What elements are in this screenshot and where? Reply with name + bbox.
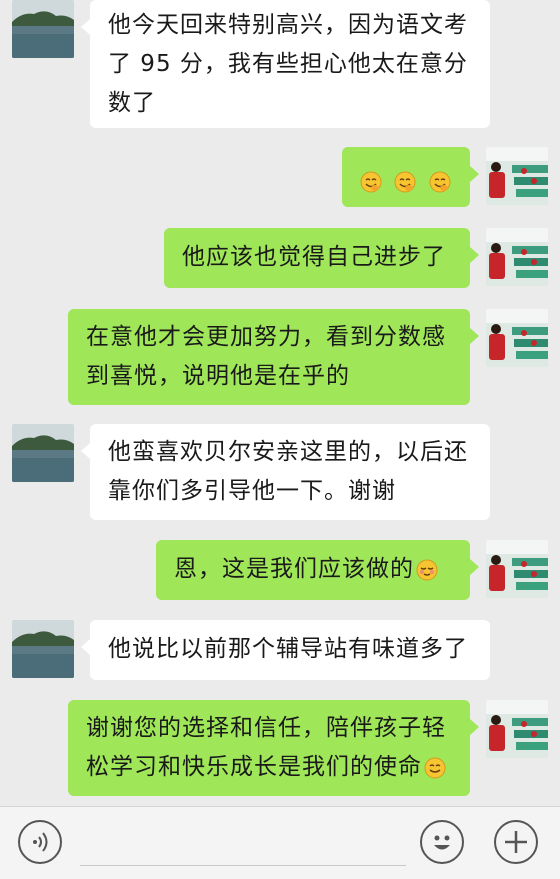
grin-hand-emoji	[429, 171, 451, 192]
sent-message-bubble[interactable]: 他应该也觉得自己进步了	[164, 228, 479, 288]
my-avatar[interactable]	[486, 540, 548, 598]
message-text: 了 95 分，我有些担心他太在意分	[108, 51, 468, 77]
plus-icon	[505, 831, 527, 853]
message-text: 数了	[108, 90, 156, 116]
contact-avatar[interactable]	[12, 0, 74, 58]
message-text: 他说比以前那个辅导站有味道多了	[108, 636, 468, 662]
my-avatar[interactable]	[486, 309, 548, 367]
my-avatar[interactable]	[486, 147, 548, 205]
message-text: 到喜悦，说明他是在乎的	[86, 363, 350, 389]
more-button[interactable]	[494, 820, 538, 864]
sent-message-bubble[interactable]: 恩，这是我们应该做的	[156, 540, 479, 600]
sent-message-bubble[interactable]	[342, 147, 479, 207]
message-text: 松学习和快乐成长是我们的使命	[86, 754, 422, 780]
message-text: 恩，这是我们应该做的	[174, 556, 414, 582]
contact-avatar[interactable]	[12, 424, 74, 482]
message-text: 靠你们多引导他一下。谢谢	[108, 478, 396, 504]
message-text: 他应该也觉得自己进步了	[182, 244, 446, 270]
message-text: 谢谢您的选择和信任，陪伴孩子轻	[86, 715, 446, 741]
message-input[interactable]	[80, 865, 406, 866]
smile-emoji	[424, 757, 446, 778]
received-message-bubble[interactable]: 他今天回来特别高兴，因为语文考 了 95 分，我有些担心他太在意分 数了	[81, 0, 490, 128]
voice-icon	[33, 832, 48, 852]
grin-hand-emoji	[360, 171, 382, 192]
my-avatar[interactable]	[486, 700, 548, 758]
voice-button[interactable]	[18, 820, 62, 864]
shy-smile-emoji	[416, 559, 438, 580]
contact-avatar[interactable]	[12, 620, 74, 678]
emoji-face-icon	[434, 835, 450, 850]
message-text: 在意他才会更加努力，看到分数感	[86, 324, 446, 350]
sent-message-bubble[interactable]: 谢谢您的选择和信任，陪伴孩子轻 松学习和快乐成长是我们的使命	[68, 700, 479, 796]
received-message-bubble[interactable]: 他蛮喜欢贝尔安亲这里的，以后还 靠你们多引导他一下。谢谢	[81, 424, 490, 520]
received-message-bubble[interactable]: 他说比以前那个辅导站有味道多了	[81, 620, 490, 680]
sent-message-bubble[interactable]: 在意他才会更加努力，看到分数感 到喜悦，说明他是在乎的	[68, 309, 479, 405]
chat-input-bar	[0, 806, 560, 879]
message-text: 他今天回来特别高兴，因为语文考	[108, 12, 468, 38]
emoji-button[interactable]	[420, 820, 464, 864]
message-text: 他蛮喜欢贝尔安亲这里的，以后还	[108, 439, 468, 465]
grin-hand-emoji	[394, 171, 416, 192]
my-avatar[interactable]	[486, 228, 548, 286]
